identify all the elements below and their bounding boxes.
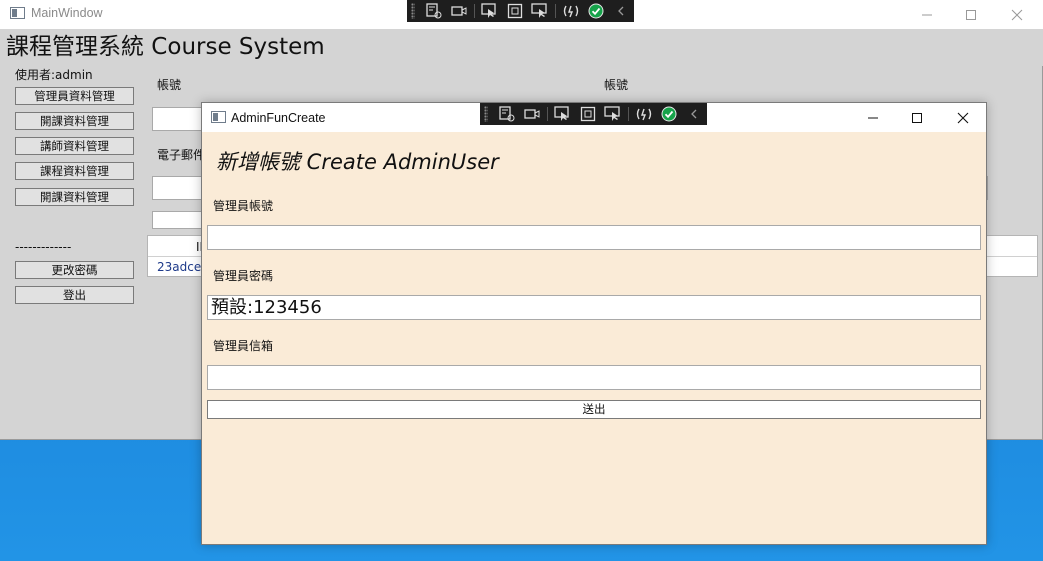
hot-reload-icon[interactable] [558,0,583,22]
nav-divider: ------------- [15,240,72,254]
toolbar-grip[interactable] [484,106,488,122]
display-layout-adorners-icon[interactable] [502,0,527,22]
toolbar-separator [554,4,556,18]
submit-button[interactable]: 送出 [207,400,981,419]
dialog-maximize-button[interactable] [894,103,940,132]
dialog-debug-toolbar [480,103,707,125]
record-icon[interactable] [519,103,544,125]
live-visual-tree-icon[interactable] [494,103,519,125]
toolbar-separator [546,107,548,121]
close-icon [1011,9,1023,20]
dialog-window-icon [211,111,226,123]
nav-admin-data-button[interactable]: 管理員資料管理 [15,87,134,105]
admin-email-value [208,367,211,388]
toolbar-separator [627,107,629,121]
admin-password-input[interactable]: 預設:123456 [207,295,981,320]
nav-course-open-button-2[interactable]: 開課資料管理 [15,188,134,206]
binding-check-icon[interactable] [583,0,608,22]
toolbar-separator [473,4,475,18]
binding-check-icon[interactable] [656,103,681,125]
app-header-title: 課程管理系統 Course System [0,29,1043,66]
account-label-right: 帳號 [604,78,629,92]
close-button[interactable] [994,0,1040,29]
email-label: 電子郵件 [157,148,206,162]
collapse-chevron-icon[interactable] [609,0,634,22]
debug-toolbar [407,0,634,22]
track-focus-icon[interactable] [527,0,552,22]
nav-instructor-data-button[interactable]: 講師資料管理 [15,137,134,155]
account-label-left: 帳號 [157,78,182,92]
minimize-icon [868,117,878,118]
dialog-close-button[interactable] [940,103,986,132]
app-window-icon [10,7,25,19]
minimize-icon [922,14,932,15]
maximize-icon [912,112,922,123]
track-focus-icon[interactable] [600,103,625,125]
close-icon [957,112,969,123]
main-window-title: MainWindow [31,6,103,20]
live-visual-tree-icon[interactable] [421,0,446,22]
logout-button[interactable]: 登出 [15,286,134,304]
dialog-titlebar[interactable]: AdminFunCreate [202,103,986,132]
nav-course-open-button[interactable]: 開課資料管理 [15,112,134,130]
nav-course-data-button[interactable]: 課程資料管理 [15,162,134,180]
admin-account-input[interactable] [207,225,981,250]
admin-email-label: 管理員信箱 [213,339,274,353]
select-element-icon[interactable] [550,103,575,125]
admin-create-dialog: AdminFunCreate 新增帳號 Create AdminUser 管理員… [201,102,987,545]
hot-reload-icon[interactable] [631,103,656,125]
maximize-button[interactable] [948,0,994,29]
maximize-icon [966,9,976,20]
collapse-chevron-icon[interactable] [682,103,707,125]
admin-password-value: 預設:123456 [211,297,322,318]
change-password-button[interactable]: 更改密碼 [15,261,134,279]
minimize-button[interactable] [904,0,950,29]
dialog-title: AdminFunCreate [231,111,326,125]
select-element-icon[interactable] [477,0,502,22]
admin-password-label: 管理員密碼 [213,269,274,283]
admin-account-label: 管理員帳號 [213,199,274,213]
dialog-minimize-button[interactable] [850,103,896,132]
main-titlebar[interactable]: MainWindow [0,0,1043,29]
admin-account-value [208,227,211,248]
record-icon[interactable] [446,0,471,22]
toolbar-grip[interactable] [411,3,415,19]
admin-email-input[interactable] [207,365,981,390]
dialog-heading: 新增帳號 Create AdminUser [216,150,499,174]
user-label: 使用者:admin [15,68,93,82]
display-layout-adorners-icon[interactable] [575,103,600,125]
